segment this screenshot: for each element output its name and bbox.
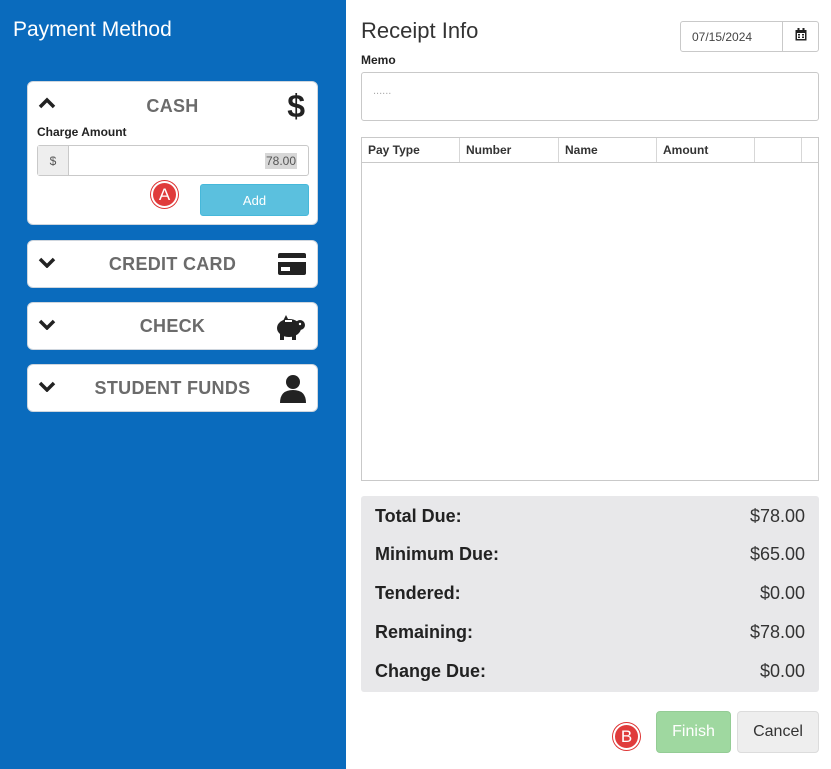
cancel-button[interactable]: Cancel [737, 711, 819, 753]
payment-method-panel: Payment Method CASH $ Charge Amount $ 78… [0, 0, 346, 769]
minimum-due-row: Minimum Due: $65.00 [375, 544, 805, 565]
add-button[interactable]: Add [200, 184, 309, 216]
minimum-due-value: $65.00 [749, 544, 805, 564]
dollar-icon: $ [287, 88, 305, 124]
receipt-info-title: Receipt Info [361, 18, 479, 43]
credit-card-card[interactable]: CREDIT CARD [27, 240, 318, 288]
annotation-marker-b: B [613, 723, 640, 750]
payments-table: Pay Type Number Name Amount [361, 137, 819, 481]
total-due-label: Total Due: [375, 506, 462, 526]
column-header-blank [802, 138, 818, 162]
remaining-row: Remaining: $78.00 [375, 622, 805, 643]
minimum-due-label: Minimum Due: [375, 544, 499, 564]
check-card[interactable]: CHECK [27, 302, 318, 350]
cash-title[interactable]: CASH [28, 96, 317, 117]
credit-card-title: CREDIT CARD [108, 254, 237, 274]
memo-label: Memo [361, 53, 396, 67]
student-funds-card[interactable]: STUDENT FUNDS [27, 364, 318, 412]
column-header-blank [755, 138, 802, 162]
column-header-amount[interactable]: Amount [657, 138, 755, 162]
charge-amount-label: Charge Amount [37, 125, 127, 139]
change-due-value: $0.00 [759, 661, 805, 681]
total-due-value: $78.00 [749, 506, 805, 526]
credit-card-icon [277, 252, 307, 281]
annotation-marker-a: A [151, 181, 178, 208]
calendar-button[interactable] [782, 22, 818, 51]
calendar-icon [795, 27, 807, 46]
date-input[interactable]: 07/15/2024 [681, 22, 782, 51]
table-header: Pay Type Number Name Amount [362, 138, 818, 163]
remaining-value: $78.00 [749, 622, 805, 642]
charge-amount-value: 78.00 [264, 152, 297, 169]
remaining-label: Remaining: [375, 622, 474, 642]
finish-button[interactable]: Finish [656, 711, 731, 753]
payment-method-title: Payment Method [13, 18, 172, 41]
tendered-label: Tendered: [375, 583, 461, 603]
tendered-value: $0.00 [759, 583, 805, 603]
student-funds-title: STUDENT FUNDS [94, 378, 251, 398]
total-due-row: Total Due: $78.00 [375, 506, 805, 527]
column-header-number[interactable]: Number [460, 138, 559, 162]
piggy-bank-icon [273, 313, 307, 346]
user-icon [279, 373, 307, 408]
date-picker: 07/15/2024 [680, 21, 819, 52]
column-header-name[interactable]: Name [559, 138, 657, 162]
currency-addon: $ [38, 146, 69, 175]
column-header-pay-type[interactable]: Pay Type [362, 138, 460, 162]
tendered-row: Tendered: $0.00 [375, 583, 805, 604]
totals-panel: Total Due: $78.00 Minimum Due: $65.00 Te… [361, 496, 819, 692]
charge-amount-group: $ 78.00 [37, 145, 309, 176]
charge-amount-input[interactable]: 78.00 [69, 146, 308, 175]
memo-input[interactable]: ...... [361, 72, 819, 121]
change-due-row: Change Due: $0.00 [375, 661, 805, 682]
change-due-label: Change Due: [375, 661, 487, 681]
